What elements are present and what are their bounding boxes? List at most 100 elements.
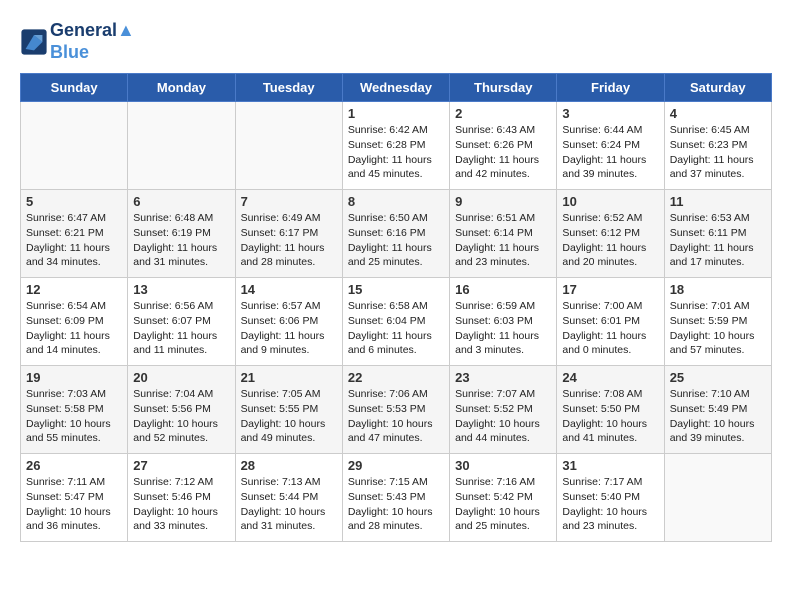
calendar-cell: 11Sunrise: 6:53 AM Sunset: 6:11 PM Dayli… — [664, 190, 771, 278]
week-row-4: 19 Sunrise: 7:03 AM Sunset: 5:58 PM Dayli… — [21, 366, 772, 454]
day-info: Sunrise: 7:12 AM Sunset: 5:46 PM Dayligh… — [133, 475, 229, 534]
day-number: 16 — [455, 282, 551, 297]
calendar-cell: 30 Sunrise: 7:16 AM Sunset: 5:42 PM Dayli… — [450, 454, 557, 542]
calendar-cell: 19 Sunrise: 7:03 AM Sunset: 5:58 PM Dayli… — [21, 366, 128, 454]
week-row-2: 5 Sunrise: 6:47 AM Sunset: 6:21 PM Daylig… — [21, 190, 772, 278]
day-info: Sunrise: 6:59 AM Sunset: 6:03 PM Dayligh… — [455, 299, 551, 358]
calendar-cell — [664, 454, 771, 542]
logo: General▲ Blue — [20, 20, 135, 63]
week-row-3: 12 Sunrise: 6:54 AM Sunset: 6:09 PM Dayli… — [21, 278, 772, 366]
day-number: 18 — [670, 282, 766, 297]
day-number: 7 — [241, 194, 337, 209]
calendar-cell: 27 Sunrise: 7:12 AM Sunset: 5:46 PM Dayli… — [128, 454, 235, 542]
day-info: Sunrise: 7:10 AM Sunset: 5:49 PM Dayligh… — [670, 387, 766, 446]
calendar-cell: 17 Sunrise: 7:00 AM Sunset: 6:01 PM Dayli… — [557, 278, 664, 366]
calendar-cell — [235, 102, 342, 190]
day-info: Sunrise: 7:15 AM Sunset: 5:43 PM Dayligh… — [348, 475, 444, 534]
day-number: 13 — [133, 282, 229, 297]
day-number: 17 — [562, 282, 658, 297]
day-info: Sunrise: 6:54 AM Sunset: 6:09 PM Dayligh… — [26, 299, 122, 358]
calendar-cell: 29 Sunrise: 7:15 AM Sunset: 5:43 PM Dayli… — [342, 454, 449, 542]
day-number: 3 — [562, 106, 658, 121]
calendar-cell — [21, 102, 128, 190]
day-info: Sunrise: 6:52 AM Sunset: 6:12 PM Dayligh… — [562, 211, 658, 270]
day-number: 19 — [26, 370, 122, 385]
day-info: Sunrise: 6:48 AM Sunset: 6:19 PM Dayligh… — [133, 211, 229, 270]
calendar-cell: 15 Sunrise: 6:58 AM Sunset: 6:04 PM Dayli… — [342, 278, 449, 366]
day-info: Sunrise: 7:11 AM Sunset: 5:47 PM Dayligh… — [26, 475, 122, 534]
day-info: Sunrise: 6:47 AM Sunset: 6:21 PM Dayligh… — [26, 211, 122, 270]
day-number: 15 — [348, 282, 444, 297]
day-number: 1 — [348, 106, 444, 121]
calendar-cell: 26 Sunrise: 7:11 AM Sunset: 5:47 PM Dayli… — [21, 454, 128, 542]
page: General▲ Blue SundayMondayTuesdayWednesd… — [0, 0, 792, 552]
day-number: 6 — [133, 194, 229, 209]
day-header-thursday: Thursday — [450, 74, 557, 102]
day-info: Sunrise: 7:16 AM Sunset: 5:42 PM Dayligh… — [455, 475, 551, 534]
day-info: Sunrise: 6:51 AM Sunset: 6:14 PM Dayligh… — [455, 211, 551, 270]
calendar-cell: 20 Sunrise: 7:04 AM Sunset: 5:56 PM Dayli… — [128, 366, 235, 454]
calendar-cell: 10Sunrise: 6:52 AM Sunset: 6:12 PM Dayli… — [557, 190, 664, 278]
calendar-cell: 14Sunrise: 6:57 AM Sunset: 6:06 PM Dayli… — [235, 278, 342, 366]
day-info: Sunrise: 7:06 AM Sunset: 5:53 PM Dayligh… — [348, 387, 444, 446]
day-number: 12 — [26, 282, 122, 297]
calendar-cell: 3 Sunrise: 6:44 AM Sunset: 6:24 PM Daylig… — [557, 102, 664, 190]
day-info: Sunrise: 7:05 AM Sunset: 5:55 PM Dayligh… — [241, 387, 337, 446]
day-header-wednesday: Wednesday — [342, 74, 449, 102]
day-number: 20 — [133, 370, 229, 385]
day-number: 23 — [455, 370, 551, 385]
calendar-cell: 7 Sunrise: 6:49 AM Sunset: 6:17 PM Daylig… — [235, 190, 342, 278]
day-number: 5 — [26, 194, 122, 209]
day-info: Sunrise: 6:49 AM Sunset: 6:17 PM Dayligh… — [241, 211, 337, 270]
day-number: 31 — [562, 458, 658, 473]
day-info: Sunrise: 7:07 AM Sunset: 5:52 PM Dayligh… — [455, 387, 551, 446]
day-number: 14 — [241, 282, 337, 297]
day-header-friday: Friday — [557, 74, 664, 102]
day-number: 26 — [26, 458, 122, 473]
calendar-cell: 12 Sunrise: 6:54 AM Sunset: 6:09 PM Dayli… — [21, 278, 128, 366]
day-number: 30 — [455, 458, 551, 473]
calendar-cell: 9Sunrise: 6:51 AM Sunset: 6:14 PM Daylig… — [450, 190, 557, 278]
day-info: Sunrise: 6:44 AM Sunset: 6:24 PM Dayligh… — [562, 123, 658, 182]
day-info: Sunrise: 7:08 AM Sunset: 5:50 PM Dayligh… — [562, 387, 658, 446]
day-header-monday: Monday — [128, 74, 235, 102]
day-header-saturday: Saturday — [664, 74, 771, 102]
day-info: Sunrise: 7:00 AM Sunset: 6:01 PM Dayligh… — [562, 299, 658, 358]
logo-text: General▲ Blue — [50, 20, 135, 63]
calendar-cell: 21 Sunrise: 7:05 AM Sunset: 5:55 PM Dayli… — [235, 366, 342, 454]
day-number: 21 — [241, 370, 337, 385]
calendar-cell: 1 Sunrise: 6:42 AM Sunset: 6:28 PM Daylig… — [342, 102, 449, 190]
day-info: Sunrise: 6:58 AM Sunset: 6:04 PM Dayligh… — [348, 299, 444, 358]
day-number: 4 — [670, 106, 766, 121]
week-row-5: 26 Sunrise: 7:11 AM Sunset: 5:47 PM Dayli… — [21, 454, 772, 542]
day-number: 28 — [241, 458, 337, 473]
calendar-cell: 28Sunrise: 7:13 AM Sunset: 5:44 PM Dayli… — [235, 454, 342, 542]
calendar-cell: 16 Sunrise: 6:59 AM Sunset: 6:03 PM Dayli… — [450, 278, 557, 366]
header: General▲ Blue — [20, 20, 772, 63]
day-info: Sunrise: 7:03 AM Sunset: 5:58 PM Dayligh… — [26, 387, 122, 446]
day-number: 25 — [670, 370, 766, 385]
calendar-table: SundayMondayTuesdayWednesdayThursdayFrid… — [20, 73, 772, 542]
calendar-cell: 31Sunrise: 7:17 AM Sunset: 5:40 PM Dayli… — [557, 454, 664, 542]
day-number: 27 — [133, 458, 229, 473]
day-header-sunday: Sunday — [21, 74, 128, 102]
calendar-cell — [128, 102, 235, 190]
day-header-tuesday: Tuesday — [235, 74, 342, 102]
day-info: Sunrise: 7:04 AM Sunset: 5:56 PM Dayligh… — [133, 387, 229, 446]
calendar-cell: 8Sunrise: 6:50 AM Sunset: 6:16 PM Daylig… — [342, 190, 449, 278]
day-info: Sunrise: 7:01 AM Sunset: 5:59 PM Dayligh… — [670, 299, 766, 358]
calendar-cell: 23 Sunrise: 7:07 AM Sunset: 5:52 PM Dayli… — [450, 366, 557, 454]
calendar-cell: 13 Sunrise: 6:56 AM Sunset: 6:07 PM Dayli… — [128, 278, 235, 366]
calendar-cell: 25 Sunrise: 7:10 AM Sunset: 5:49 PM Dayli… — [664, 366, 771, 454]
calendar-cell: 18 Sunrise: 7:01 AM Sunset: 5:59 PM Dayli… — [664, 278, 771, 366]
day-number: 11 — [670, 194, 766, 209]
day-info: Sunrise: 6:45 AM Sunset: 6:23 PM Dayligh… — [670, 123, 766, 182]
day-info: Sunrise: 6:56 AM Sunset: 6:07 PM Dayligh… — [133, 299, 229, 358]
calendar-cell: 22Sunrise: 7:06 AM Sunset: 5:53 PM Dayli… — [342, 366, 449, 454]
day-number: 8 — [348, 194, 444, 209]
day-info: Sunrise: 6:42 AM Sunset: 6:28 PM Dayligh… — [348, 123, 444, 182]
calendar-cell: 6 Sunrise: 6:48 AM Sunset: 6:19 PM Daylig… — [128, 190, 235, 278]
day-number: 29 — [348, 458, 444, 473]
day-number: 2 — [455, 106, 551, 121]
calendar-cell: 5 Sunrise: 6:47 AM Sunset: 6:21 PM Daylig… — [21, 190, 128, 278]
